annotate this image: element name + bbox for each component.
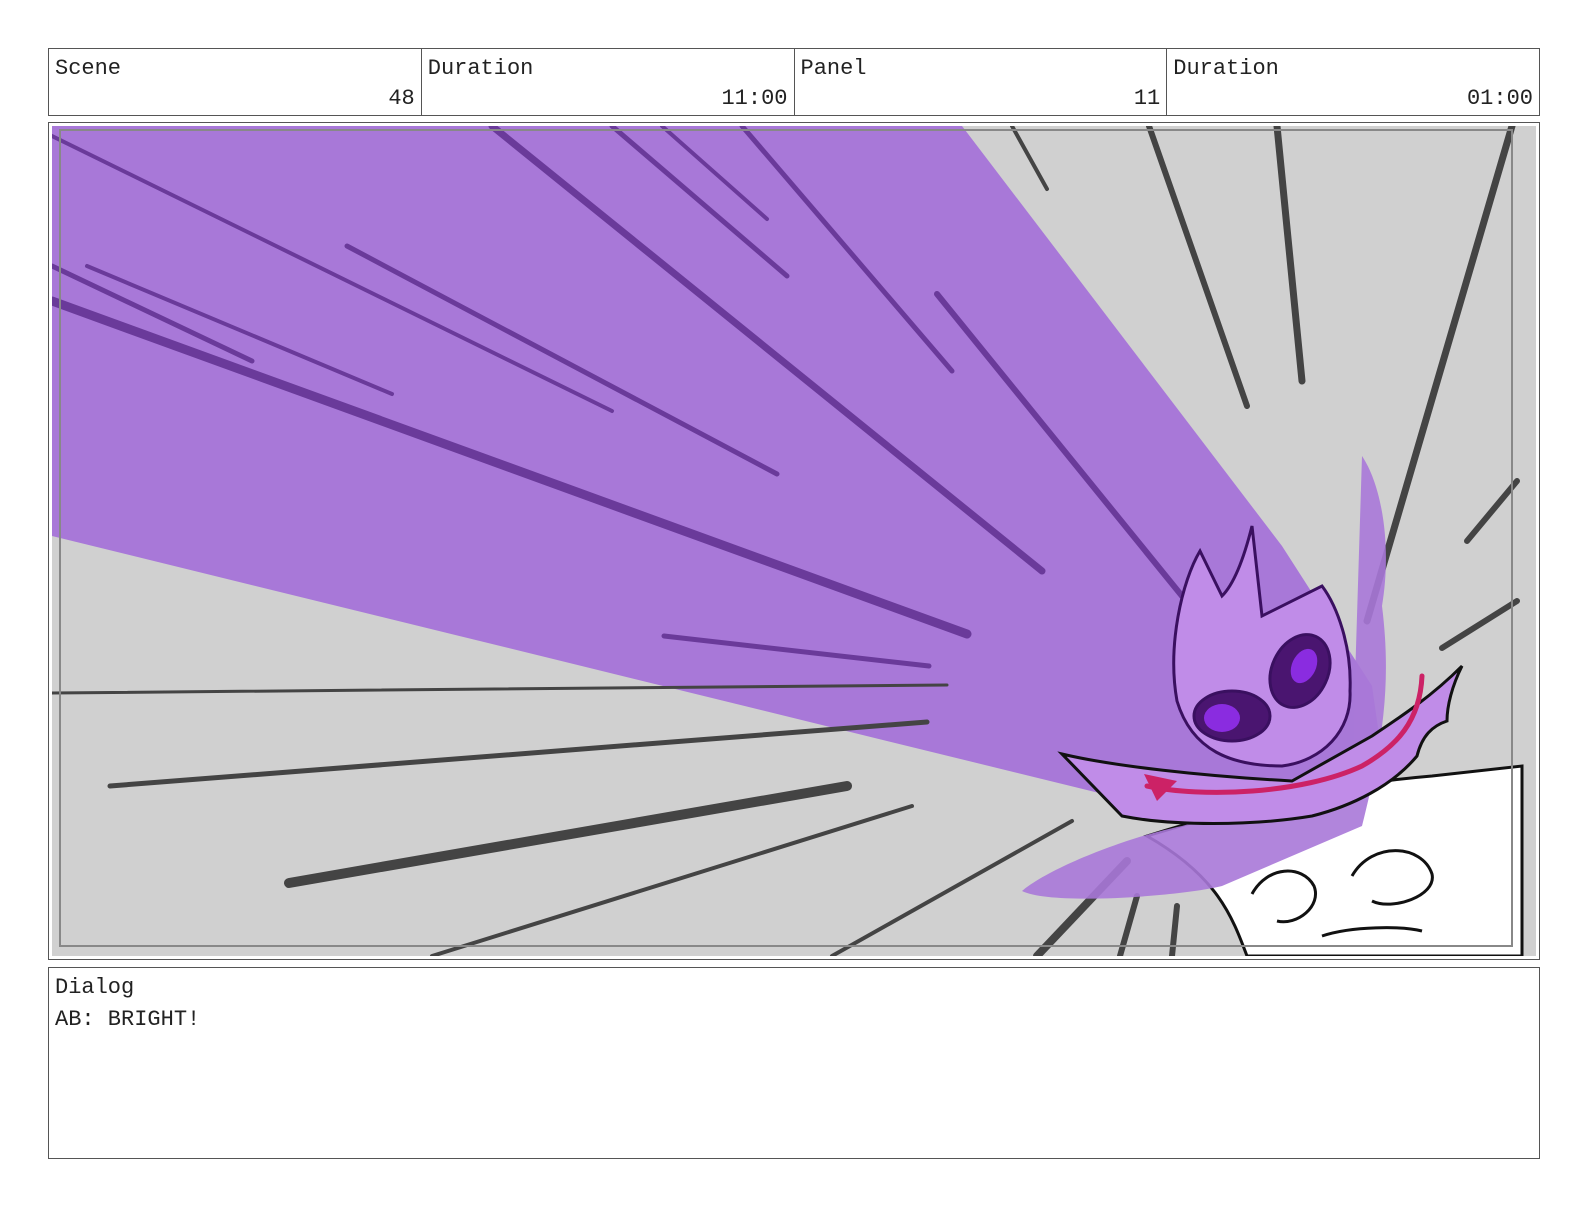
- panel-duration-value: 01:00: [1466, 86, 1533, 111]
- dialog-text: AB: BRIGHT!: [55, 1007, 201, 1032]
- scene-number: 48: [388, 86, 415, 111]
- panel-drawing: [52, 126, 1536, 956]
- dialog-label: Dialog: [55, 975, 135, 1000]
- scene-duration-cell: Duration 11:00: [422, 49, 795, 115]
- scene-label: Scene: [55, 56, 122, 81]
- panel-cell: Panel 11: [795, 49, 1168, 115]
- storyboard-header: Scene 48 Duration 11:00 Panel 11 Duratio…: [48, 48, 1540, 116]
- dialog-box: Dialog AB: BRIGHT!: [48, 967, 1540, 1159]
- panel-duration-label: Duration: [1173, 56, 1279, 81]
- panel-duration-cell: Duration 01:00: [1167, 49, 1539, 115]
- panel-label: Panel: [800, 56, 867, 81]
- storyboard-panel-image: [48, 122, 1540, 960]
- panel-number: 11: [1133, 86, 1161, 111]
- scene-cell: Scene 48: [49, 49, 422, 115]
- scene-duration-value: 11:00: [721, 86, 788, 111]
- scene-duration-label: Duration: [427, 56, 534, 81]
